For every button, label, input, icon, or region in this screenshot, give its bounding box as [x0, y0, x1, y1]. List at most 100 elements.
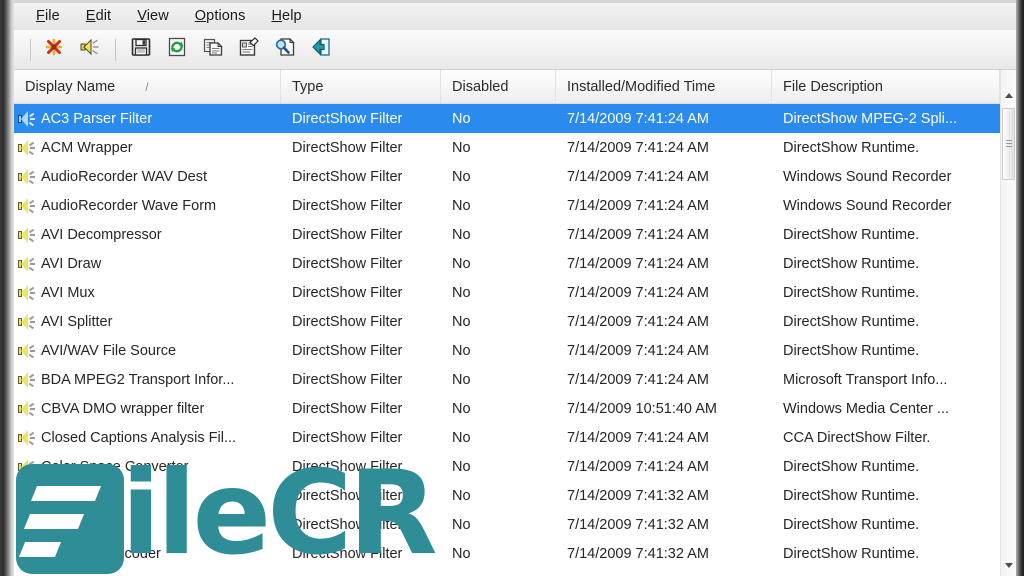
- cell-name: AVI Decompressor: [14, 226, 281, 243]
- copy-button[interactable]: [197, 34, 229, 66]
- table-row[interactable]: AVI Mux DirectShow Filter No 7/14/2009 7:41…: [14, 278, 1000, 307]
- cell-description: DirectShow Runtime.: [783, 342, 920, 359]
- cell-description: DirectShow Runtime.: [783, 516, 920, 533]
- table-row[interactable]: DV Video Decoder DirectShow Filter No 7/14/…: [14, 539, 1000, 568]
- vertical-scrollbar[interactable]: [1000, 70, 1016, 576]
- cell-name: AVI Splitter: [14, 313, 281, 330]
- cell-description: DirectShow Runtime.: [783, 487, 920, 504]
- cell-disabled: No: [452, 545, 471, 562]
- table-row[interactable]: ACM Wrapper DirectShow Filter No 7/14/2009 …: [14, 133, 1000, 162]
- table-row[interactable]: AVI Decompressor DirectShow Filter No 7/14/…: [14, 220, 1000, 249]
- column-header-disabled[interactable]: Disabled: [441, 70, 556, 103]
- cell-description: DirectShow Runtime.: [783, 255, 920, 272]
- scroll-down-button[interactable]: [1001, 557, 1016, 574]
- cell-time: 7/14/2009 7:41:24 AM: [567, 255, 709, 272]
- cell-disabled: No: [452, 139, 471, 156]
- speaker-icon: [18, 255, 36, 272]
- column-header-label: Disabled: [452, 78, 509, 95]
- menu-item-options[interactable]: Options: [182, 6, 259, 27]
- cell-name: AVI Draw: [14, 255, 281, 272]
- column-header-label: Display Name: [25, 78, 116, 95]
- cell-type: DirectShow Filter: [292, 516, 403, 533]
- column-header-display-name[interactable]: Display Name /: [14, 70, 281, 103]
- table-row[interactable]: AVI/WAV File Source DirectShow Filter No 7/…: [14, 336, 1000, 365]
- cell-disabled: No: [452, 168, 471, 185]
- table-row[interactable]: DVD NavigatorDirectShow FilterNo7/14/200…: [14, 568, 1000, 576]
- cell-disabled: No: [452, 255, 471, 272]
- display-name-text: AVI Mux: [41, 284, 95, 301]
- table-row[interactable]: AudioRecorder Wave Form DirectShow Filter…: [14, 191, 1000, 220]
- cell-description: CCA DirectShow Filter.: [783, 429, 931, 446]
- cell-disabled: No: [452, 429, 471, 446]
- table-row[interactable]: DV Mux DirectShow Filter No 7/14/2009 7:41:…: [14, 481, 1000, 510]
- cell-type: DirectShow Filter: [292, 400, 403, 417]
- exit-button[interactable]: [305, 34, 337, 66]
- table-row[interactable]: AC3 Parser Filter DirectShow Filter No 7/14…: [14, 104, 1000, 133]
- html-report-button[interactable]: [269, 34, 301, 66]
- disable-selected-button[interactable]: [38, 34, 70, 66]
- scrollbar-thumb[interactable]: [1002, 108, 1015, 180]
- menu-item-view[interactable]: View: [124, 6, 182, 27]
- refresh-button[interactable]: [161, 34, 193, 66]
- table-row[interactable]: Closed Captions Analysis Fil... DirectSho…: [14, 423, 1000, 452]
- codec-list-view[interactable]: Display Name / Type Disabled Installed/Modif…: [14, 70, 1016, 576]
- speaker-icon: [18, 429, 36, 446]
- speaker-icon: [18, 168, 36, 185]
- save-button[interactable]: [125, 34, 157, 66]
- speaker-icon: [18, 545, 36, 562]
- table-row[interactable]: AudioRecorder WAV Dest DirectShow Filter N…: [14, 162, 1000, 191]
- cell-type: DirectShow Filter: [292, 110, 403, 127]
- exit-icon: [310, 36, 332, 63]
- cell-name: DV Mux: [14, 487, 281, 504]
- cell-name: AudioRecorder Wave Form: [14, 197, 281, 214]
- cell-type: DirectShow Filter: [292, 139, 403, 156]
- column-header-file-description[interactable]: File Description: [772, 70, 1000, 103]
- menu-item-help[interactable]: Help: [258, 6, 314, 27]
- cell-time: 7/14/2009 7:41:24 AM: [567, 110, 709, 127]
- column-header-type[interactable]: Type: [281, 70, 441, 103]
- cell-time: 7/14/2009 7:41:24 AM: [567, 342, 709, 359]
- table-row[interactable]: BDA MPEG2 Transport Infor... DirectShow F…: [14, 365, 1000, 394]
- cell-type: DirectShow Filter: [292, 284, 403, 301]
- cell-time: 7/14/2009 7:41:24 AM: [567, 139, 709, 156]
- enable-selected-button[interactable]: [74, 34, 106, 66]
- cell-name: CBVA DMO wrapper filter: [14, 400, 281, 417]
- table-row[interactable]: AVI Draw DirectShow Filter No 7/14/2009 7:4…: [14, 249, 1000, 278]
- window-frame-left: [0, 0, 14, 576]
- table-row[interactable]: CBVA DMO wrapper filter DirectShow Filter…: [14, 394, 1000, 423]
- scrollbar-grip: [1006, 140, 1012, 149]
- speaker-icon: [18, 400, 36, 417]
- cell-description: DirectShow Runtime.: [783, 284, 920, 301]
- display-name-text: AVI Draw: [41, 255, 102, 272]
- column-header-installed-modified-time[interactable]: Installed/Modified Time: [556, 70, 772, 103]
- table-row[interactable]: DV Splitter DirectShow Filter No 7/14/2009 …: [14, 510, 1000, 539]
- cell-disabled: No: [452, 226, 471, 243]
- table-row[interactable]: AVI Splitter DirectShow Filter No 7/14/2009…: [14, 307, 1000, 336]
- display-name-text: DV Mux: [41, 487, 93, 504]
- display-name-text: AC3 Parser Filter: [41, 110, 153, 127]
- list-rows-container[interactable]: AC3 Parser Filter DirectShow Filter No 7/14…: [14, 104, 1000, 576]
- cell-disabled: No: [452, 371, 471, 388]
- display-name-text: ACM Wrapper: [41, 139, 133, 156]
- cell-time: 7/14/2009 7:41:24 AM: [567, 197, 709, 214]
- refresh-icon: [166, 36, 188, 63]
- speaker-icon: [18, 139, 36, 156]
- menu-item-edit[interactable]: Edit: [73, 6, 124, 27]
- cell-description: Windows Media Center ...: [783, 400, 950, 417]
- cell-description: Microsoft Transport Info...: [783, 371, 948, 388]
- cell-time: 7/14/2009 7:41:24 AM: [567, 429, 709, 446]
- speaker-icon: [18, 487, 36, 504]
- properties-button[interactable]: [233, 34, 265, 66]
- scroll-up-button[interactable]: [1001, 87, 1016, 104]
- copy-icon: [202, 36, 224, 63]
- application-window: File Edit View Options Help Display Name…: [0, 0, 1024, 576]
- cell-time: 7/14/2009 7:41:24 AM: [567, 226, 709, 243]
- toolbar-grip: [30, 38, 31, 61]
- toolbar-separator: [115, 38, 116, 61]
- table-row[interactable]: Color Space Converter DirectShow Filter No…: [14, 452, 1000, 481]
- cell-type: DirectShow Filter: [292, 342, 403, 359]
- cell-disabled: No: [452, 487, 471, 504]
- cell-disabled: No: [452, 342, 471, 359]
- menu-item-file[interactable]: File: [23, 6, 73, 27]
- cell-description: DirectShow Runtime.: [783, 458, 920, 475]
